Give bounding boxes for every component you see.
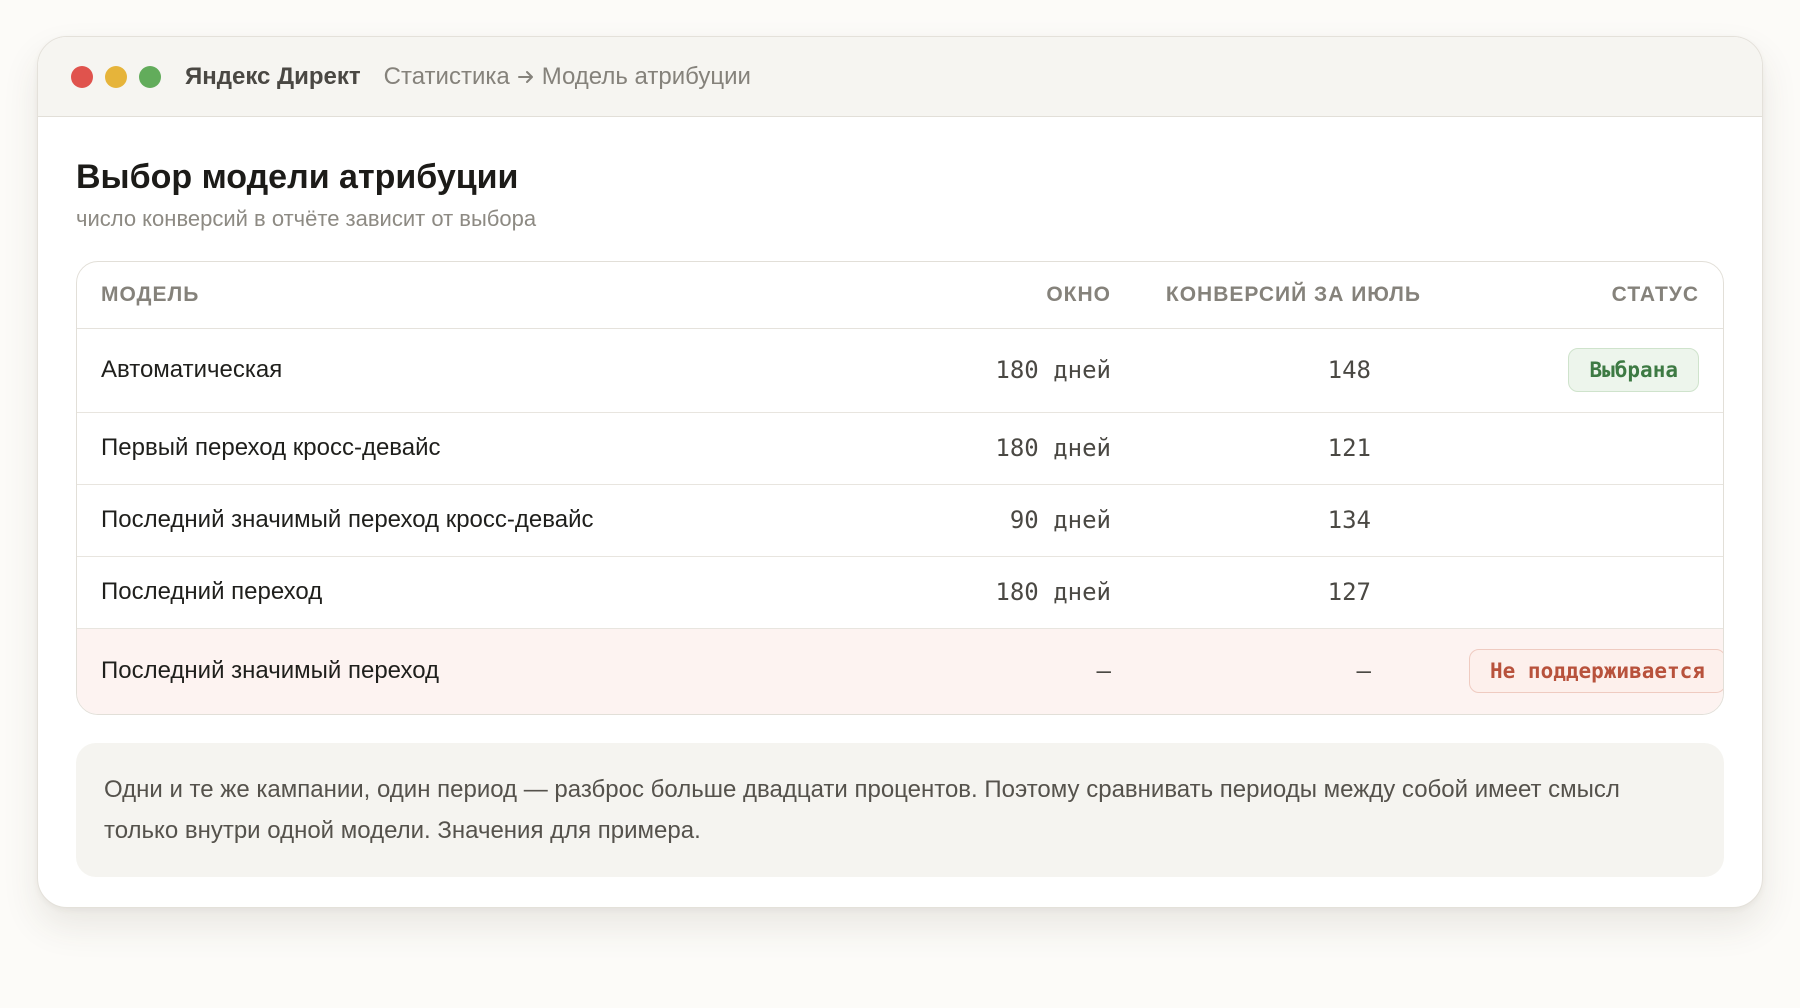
close-window-button[interactable] — [71, 65, 93, 88]
status-cell: Не поддерживается — [1445, 628, 1723, 714]
model-name: Последний переход — [77, 556, 903, 629]
conversions-value: — — [1135, 628, 1445, 714]
conversions-value: 121 — [1135, 412, 1445, 485]
status-cell — [1445, 484, 1723, 557]
table-row-last-significant-click[interactable]: Последний значимый переход — — Не поддер… — [77, 628, 1723, 714]
arrow-right-icon — [516, 67, 536, 87]
conversions-value: 148 — [1135, 328, 1445, 413]
app-name: Яндекс Директ — [185, 62, 361, 90]
table-row-first-click-cross-device[interactable]: Первый переход кросс-девайс 180 дней 121 — [77, 412, 1723, 485]
maximize-window-button[interactable] — [139, 65, 161, 88]
attribution-models-table: Модель Окно Конверсий за июль Статус Авт… — [76, 261, 1724, 715]
main-content: Выбор модели атрибуции число конверсий в… — [38, 157, 1762, 877]
breadcrumb: Статистика Модель атрибуции — [384, 63, 751, 91]
breadcrumb-section-link[interactable]: Статистика — [384, 63, 510, 91]
column-header-window: Окно — [903, 262, 1135, 329]
breadcrumb-current-page: Модель атрибуции — [541, 62, 751, 90]
window-value: 180 дней — [903, 412, 1135, 485]
model-name: Автоматическая — [77, 328, 903, 413]
window-controls — [71, 65, 161, 88]
window-value: 90 дней — [903, 484, 1135, 557]
table-row-automatic[interactable]: Автоматическая 180 дней 148 Выбрана — [77, 328, 1723, 413]
window-value: 180 дней — [903, 556, 1135, 629]
table-row-last-significant-click-cross-device[interactable]: Последний значимый переход кросс-девайс … — [77, 484, 1723, 557]
column-header-conversions: Конверсий за июль — [1135, 262, 1445, 329]
minimize-window-button[interactable] — [105, 65, 127, 88]
page-subtitle: число конверсий в отчёте зависит от выбо… — [76, 206, 537, 231]
page-title: Выбор модели атрибуции — [76, 158, 519, 196]
conversions-value: 134 — [1135, 484, 1445, 557]
window-value: 180 дней — [903, 328, 1135, 413]
column-header-model: Модель — [77, 262, 903, 329]
conversions-value: 127 — [1135, 556, 1445, 629]
status-cell — [1445, 412, 1723, 485]
model-name: Последний значимый переход — [77, 628, 903, 714]
column-header-status: Статус — [1445, 262, 1723, 329]
window-value: — — [903, 628, 1135, 714]
selected-status-badge: Выбрана — [1568, 348, 1699, 392]
model-name: Последний значимый переход кросс-девайс — [77, 484, 903, 557]
unsupported-status-badge: Не поддерживается — [1469, 649, 1723, 694]
title-bar: Яндекс Директ Статистика Модель атрибуци… — [38, 37, 1762, 117]
info-note: Одни и те же кампании, один период — раз… — [76, 743, 1724, 877]
table-row-last-click[interactable]: Последний переход 180 дней 127 — [77, 556, 1723, 629]
status-cell: Выбрана — [1445, 328, 1723, 413]
model-name: Первый переход кросс-девайс — [77, 412, 903, 485]
status-cell — [1445, 556, 1723, 629]
table-header-row: Модель Окно Конверсий за июль Статус — [77, 262, 1723, 329]
app-window: Яндекс Директ Статистика Модель атрибуци… — [37, 36, 1763, 908]
